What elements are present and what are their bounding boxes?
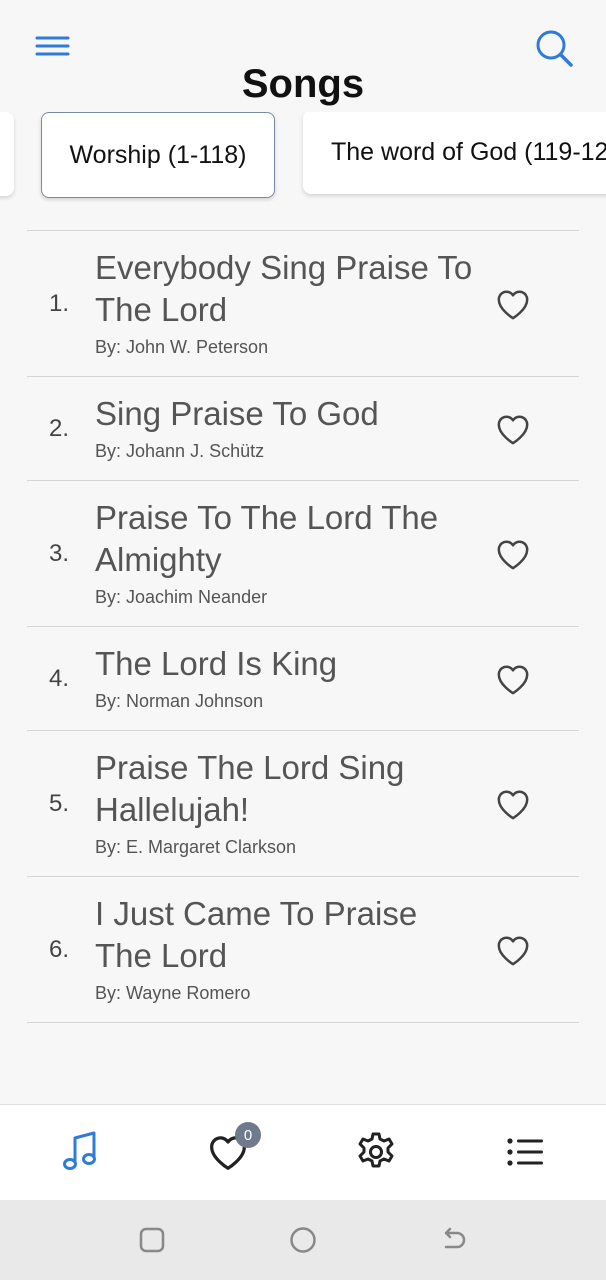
system-navigation-bar [0,1200,606,1280]
favorite-heart-icon[interactable] [493,930,533,970]
song-number: 5. [49,789,70,817]
song-title: Praise The Lord Sing Hallelujah! [95,749,405,828]
song-list-item[interactable]: 1. Everybody Sing Praise To The Lord By:… [27,231,579,377]
favorite-heart-icon[interactable] [493,659,533,699]
favorites-count-badge: 0 [235,1122,261,1148]
song-author: By: E. Margaret Clarkson [95,837,297,857]
favorite-heart-icon[interactable] [493,409,533,449]
song-list: 1. Everybody Sing Praise To The Lord By:… [27,230,579,1023]
gear-icon[interactable] [353,1129,399,1175]
song-list-item[interactable]: 2. Sing Praise To God By: Johann J. Schü… [27,377,579,481]
song-author: By: Johann J. Schütz [95,441,265,461]
back-arrow-icon[interactable] [438,1224,470,1256]
song-number: 1. [49,289,70,317]
music-note-icon[interactable] [58,1129,104,1175]
favorite-heart-icon[interactable] [493,784,533,824]
category-chip-word-of-god[interactable]: The word of God (119-12 [303,112,606,194]
song-number: 2. [49,414,70,442]
category-tabs: Worship (1-118) The word of God (119-12 [0,112,606,202]
favorite-heart-icon[interactable] [493,284,533,324]
song-author: By: Wayne Romero [95,983,251,1003]
song-title: Sing Praise To God [95,395,379,432]
search-icon[interactable] [532,26,576,70]
song-list-item[interactable]: 6. I Just Came To Praise The Lord By: Wa… [27,877,579,1023]
page-title: Songs [241,62,365,106]
song-list-item[interactable]: 3. Praise To The Lord The Almighty By: J… [27,481,579,627]
song-list-item[interactable]: 4. The Lord Is King By: Norman Johnson [27,627,579,731]
song-title: Everybody Sing Praise To The Lord [95,249,473,328]
song-number: 4. [49,664,70,692]
song-list-item[interactable]: 5. Praise The Lord Sing Hallelujah! By: … [27,731,579,877]
hamburger-menu-icon[interactable] [34,30,74,64]
list-icon[interactable] [503,1129,549,1175]
recents-square-icon[interactable] [136,1224,168,1256]
home-circle-icon[interactable] [287,1224,319,1256]
song-number: 6. [49,935,70,963]
app-header: Songs [0,0,606,110]
category-chip-previous[interactable] [0,112,14,196]
song-title: Praise To The Lord The Almighty [95,499,439,578]
song-author: By: Norman Johnson [95,691,264,711]
song-author: By: Joachim Neander [95,587,268,607]
song-author: By: John W. Peterson [95,337,269,357]
song-title: The Lord Is King [95,645,338,682]
song-number: 3. [49,539,70,567]
category-chip-worship[interactable]: Worship (1-118) [41,112,275,198]
song-title: I Just Came To Praise The Lord [95,895,418,974]
bottom-tab-bar [0,1104,606,1200]
favorite-heart-icon[interactable] [493,534,533,574]
